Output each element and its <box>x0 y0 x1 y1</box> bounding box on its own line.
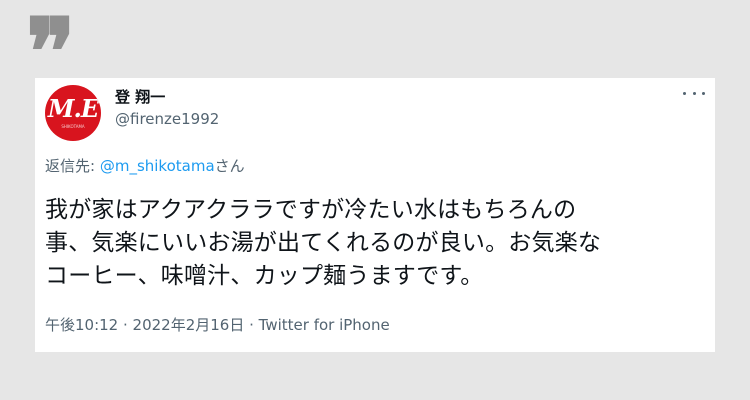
reply-prefix: 返信先: <box>45 157 100 175</box>
tweet-timestamp[interactable]: 午後10:12 · 2022年2月16日 <box>45 316 244 334</box>
avatar-logo-text: M.E <box>47 94 99 123</box>
tweet-meta: 午後10:12 · 2022年2月16日 · Twitter for iPhon… <box>45 316 390 334</box>
more-icon[interactable] <box>683 86 705 100</box>
user-handle[interactable]: @firenze1992 <box>115 110 219 128</box>
more-icon-dot <box>692 91 696 95</box>
tweet-text-line: コーヒー、味噌汁、カップ麺うますです。 <box>45 263 484 289</box>
reply-user-link[interactable]: @m_shikotama <box>100 157 215 175</box>
avatar[interactable]: M.E SHIKOTAMA <box>45 85 101 141</box>
screenshot-frame: ❞ M.E SHIKOTAMA 登 翔一 @firenze1992 返信先: @… <box>0 0 750 400</box>
avatar-logo-subtext: SHIKOTAMA <box>61 124 85 129</box>
display-name[interactable]: 登 翔一 <box>115 88 165 106</box>
reply-suffix: さん <box>214 157 245 175</box>
more-icon-dot <box>683 91 686 95</box>
tweet-text-line: 事、気楽にいいお湯が出てくれるのが良い。お気楽な <box>45 230 602 256</box>
tweet-text: 我が家はアクアクララですが冷たい水はもちろんの 事、気楽にいいお湯が出てくれるの… <box>45 194 705 293</box>
tweet-text-line: 我が家はアクアクララですが冷たい水はもちろんの <box>45 197 577 223</box>
tweet-card[interactable]: M.E SHIKOTAMA 登 翔一 @firenze1992 返信先: @m_… <box>35 78 715 352</box>
reply-context: 返信先: @m_shikotamaさん <box>45 157 245 175</box>
more-icon-dot <box>702 91 705 95</box>
tweet-source[interactable]: Twitter for iPhone <box>259 316 390 334</box>
meta-separator: · <box>244 316 259 334</box>
